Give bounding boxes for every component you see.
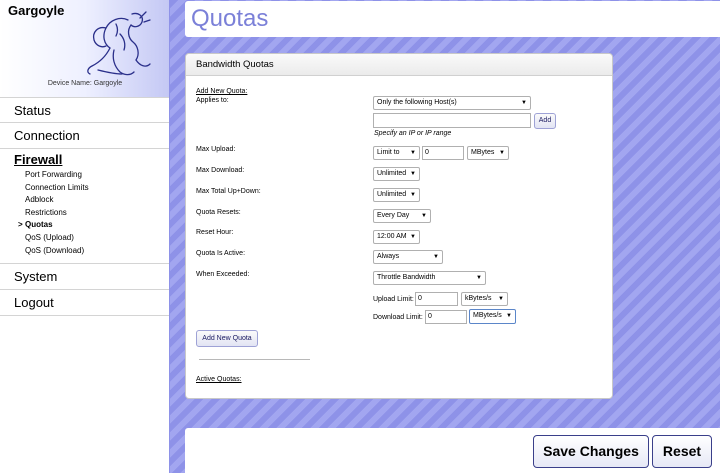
page-title: Quotas [191, 5, 269, 32]
max-upload-label: Max Upload: [196, 146, 236, 153]
upload-limit-unit-select[interactable]: kBytes/s ▼ [461, 292, 508, 306]
nav-system[interactable]: System [0, 264, 169, 291]
reset-hour-label: Reset Hour: [196, 229, 234, 236]
add-host-button[interactable]: Add [534, 113, 556, 129]
max-upload-unit-value: MBytes [471, 149, 495, 156]
nav-qos-download[interactable]: QoS (Download) [0, 245, 169, 258]
download-limit-label: Download Limit: [373, 314, 423, 321]
chevron-down-icon: ▼ [521, 100, 527, 106]
nav-qos-upload[interactable]: QoS (Upload) [0, 232, 169, 245]
chevron-down-icon: ▼ [410, 192, 416, 198]
nav-firewall-section: Firewall Port Forwarding Connection Limi… [0, 149, 169, 265]
quota-active-value: Always [377, 253, 400, 260]
nav-quotas-label: Quotas [25, 220, 53, 230]
quota-active-label: Quota Is Active: [196, 250, 246, 257]
ip-range-hint: Specify an IP or IP range [374, 130, 452, 137]
nav-firewall[interactable]: Firewall [0, 149, 169, 169]
nav-logout[interactable]: Logout [0, 290, 169, 317]
max-total-label: Max Total Up+Down: [196, 188, 261, 195]
quota-resets-label: Quota Resets: [196, 209, 241, 216]
chevron-down-icon: ▼ [421, 213, 427, 219]
upload-limit-unit-value: kBytes/s [465, 295, 492, 302]
quota-resets-select[interactable]: Every Day ▼ [373, 209, 431, 223]
max-total-mode-value: Unlimited [377, 191, 407, 198]
chevron-down-icon: ▼ [410, 171, 416, 177]
upload-limit-label: Upload Limit: [373, 296, 414, 303]
divider [199, 359, 310, 360]
action-bar: Save Changes Reset [185, 428, 720, 473]
add-new-quota-heading: Add New Quota: [196, 88, 248, 95]
chevron-down-icon: ▼ [499, 150, 505, 156]
brand-title: Gargoyle [8, 3, 65, 18]
applies-to-select[interactable]: Only the following Host(s) ▼ [373, 96, 531, 110]
download-limit-unit-value: MBytes/s [473, 312, 502, 319]
chevron-down-icon: ▼ [433, 254, 439, 260]
nav-status[interactable]: Status [0, 97, 169, 123]
chevron-down-icon: ▼ [498, 296, 504, 302]
nav-quotas[interactable]: > Quotas [0, 219, 169, 232]
reset-button[interactable]: Reset [652, 435, 712, 468]
when-exceeded-value: Throttle Bandwidth [377, 274, 436, 281]
when-exceeded-select[interactable]: Throttle Bandwidth ▼ [373, 271, 486, 285]
max-upload-unit-select[interactable]: MBytes ▼ [467, 146, 509, 160]
nav-port-forwarding[interactable]: Port Forwarding [0, 169, 169, 182]
max-download-mode-select[interactable]: Unlimited ▼ [373, 167, 420, 181]
host-input[interactable] [373, 113, 531, 128]
max-download-mode-value: Unlimited [377, 170, 407, 177]
nav-connection[interactable]: Connection [0, 123, 169, 149]
max-total-mode-select[interactable]: Unlimited ▼ [373, 188, 420, 202]
chevron-down-icon: ▼ [506, 313, 512, 319]
sidebar: Gargoyle Device Name: Gargoyle Status Co… [0, 0, 170, 473]
nav-adblock[interactable]: Adblock [0, 194, 169, 207]
applies-to-label: Applies to: [196, 97, 229, 104]
max-upload-mode-select[interactable]: Limit to ▼ [373, 146, 420, 160]
chevron-down-icon: ▼ [476, 275, 482, 281]
quota-resets-value: Every Day [377, 212, 410, 219]
save-changes-button[interactable]: Save Changes [533, 435, 649, 468]
nav-restrictions[interactable]: Restrictions [0, 207, 169, 220]
gargoyle-logo-icon [87, 11, 151, 76]
add-new-quota-button[interactable]: Add New Quota [196, 330, 258, 347]
upload-limit-input[interactable]: 0 [415, 292, 458, 306]
quota-active-select[interactable]: Always ▼ [373, 250, 443, 264]
panel-title: Bandwidth Quotas [186, 54, 612, 76]
active-quotas-heading: Active Quotas: [196, 376, 242, 383]
applies-to-value: Only the following Host(s) [377, 99, 457, 106]
when-exceeded-label: When Exceeded: [196, 271, 250, 278]
max-upload-amount-input[interactable]: 0 [422, 146, 464, 160]
nav-connection-limits[interactable]: Connection Limits [0, 182, 169, 195]
download-limit-unit-select[interactable]: MBytes/s ▼ [469, 309, 516, 324]
sidebar-header: Gargoyle Device Name: Gargoyle [0, 0, 169, 97]
download-limit-input[interactable]: 0 [425, 310, 467, 324]
active-arrow-icon: > [18, 220, 23, 230]
max-upload-mode-value: Limit to [377, 149, 400, 156]
page-header: Quotas [185, 1, 720, 37]
chevron-down-icon: ▼ [410, 234, 416, 240]
max-download-label: Max Download: [196, 167, 245, 174]
device-name: Device Name: Gargoyle [47, 80, 123, 87]
reset-hour-value: 12:00 AM [377, 233, 407, 240]
chevron-down-icon: ▼ [410, 150, 416, 156]
bandwidth-quotas-panel: Bandwidth Quotas Add New Quota: Applies … [185, 53, 613, 399]
reset-hour-select[interactable]: 12:00 AM ▼ [373, 230, 420, 244]
